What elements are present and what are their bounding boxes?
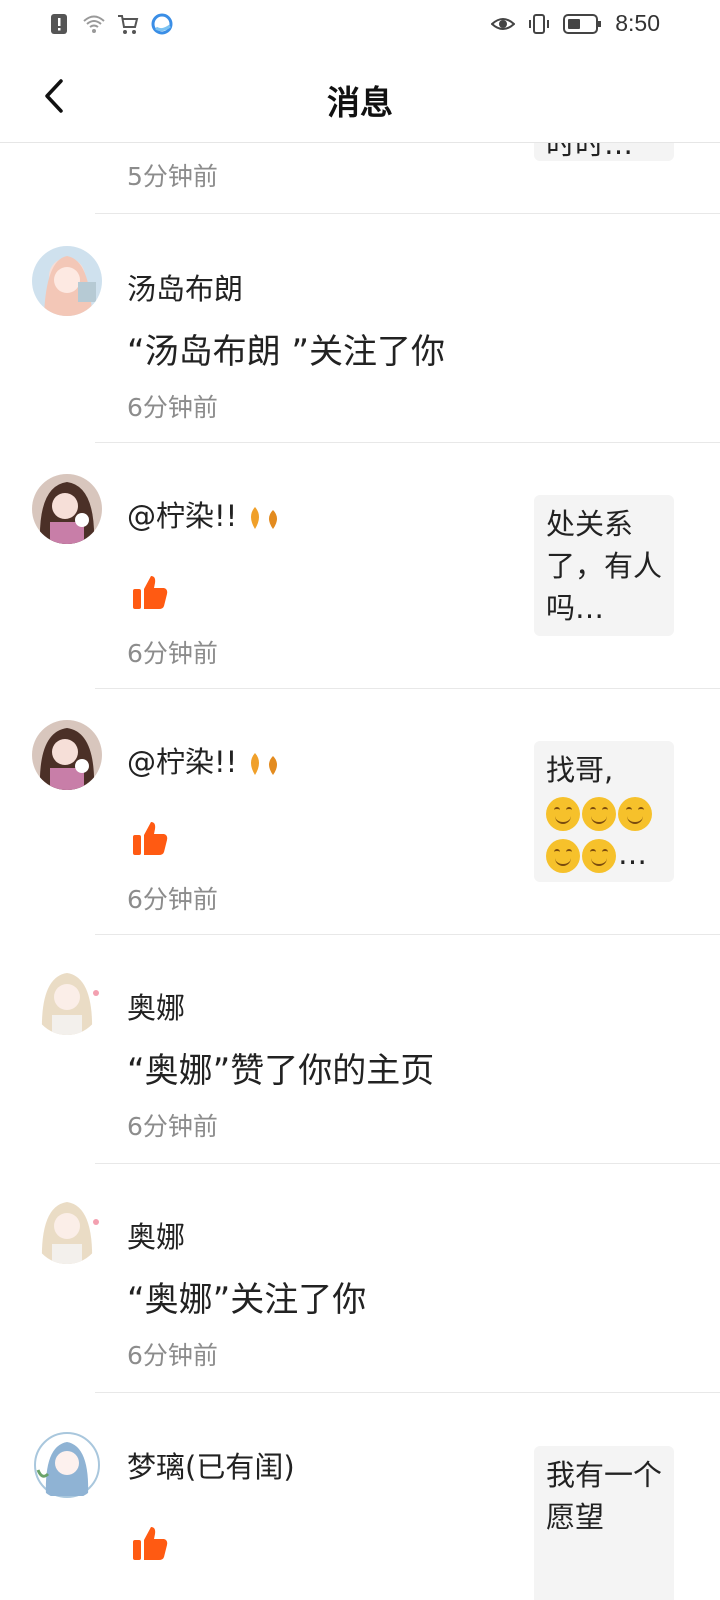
- post-preview[interactable]: 处关系了，有人吗…: [534, 495, 674, 636]
- eye-icon: [491, 17, 516, 30]
- username[interactable]: 梦璃(已有闺): [127, 1444, 295, 1486]
- smile-emoji-icon: [618, 797, 652, 831]
- thumbs-up-icon: [133, 576, 168, 609]
- leaf-icon: [251, 753, 260, 775]
- leaf-icon: [269, 756, 278, 775]
- cart-icon: [118, 15, 139, 34]
- smile-emoji-icon: [582, 797, 616, 831]
- page-title: 消息: [327, 83, 393, 122]
- alert-icon: [51, 14, 67, 34]
- wifi-icon: [83, 15, 105, 33]
- avatar[interactable]: [32, 965, 102, 1035]
- post-preview[interactable]: 找哥, …: [534, 741, 674, 882]
- avatar[interactable]: [32, 246, 102, 316]
- notification-time: 6分钟前: [127, 639, 218, 668]
- username[interactable]: 汤岛布朗: [127, 266, 243, 308]
- notification-time: 6分钟前: [127, 885, 218, 914]
- thumbs-up-icon: [133, 822, 168, 855]
- notification-text: “奥娜”赞了你的主页: [127, 1051, 435, 1091]
- notification-time: 6分钟前: [127, 1341, 218, 1370]
- battery-icon: [563, 13, 602, 34]
- notification-time: 5分钟前: [127, 162, 218, 191]
- post-preview[interactable]: 我有一个愿望: [534, 1446, 674, 1600]
- browser-icon: [151, 13, 173, 35]
- notification-item[interactable]: 奥娜 “奥娜”关注了你 6分钟前: [0, 1164, 720, 1393]
- smile-emoji-icon: [582, 839, 616, 873]
- notification-item[interactable]: 梦璃(已有闺) 我有一个愿望: [0, 1393, 720, 1600]
- notification-item[interactable]: 奥娜 “奥娜”赞了你的主页 6分钟前: [0, 935, 720, 1164]
- notification-text: “汤岛布朗 ”关注了你: [127, 332, 446, 372]
- thumbs-up-icon: [133, 1527, 168, 1560]
- username[interactable]: 奥娜: [127, 1214, 185, 1256]
- avatar[interactable]: [32, 1194, 102, 1264]
- notification-text: “奥娜”关注了你: [127, 1280, 367, 1320]
- leaf-icon: [269, 510, 278, 529]
- username[interactable]: 奥娜: [127, 985, 185, 1027]
- avatar[interactable]: [32, 1430, 102, 1500]
- status-bar: 8:50: [0, 0, 720, 50]
- smile-emoji-icon: [546, 797, 580, 831]
- notification-item[interactable]: @柠染!! 6分钟前 处关系了，有人吗…: [0, 443, 720, 689]
- smile-emoji-icon: [546, 839, 580, 873]
- username[interactable]: @柠染!!: [127, 493, 282, 535]
- avatar[interactable]: [32, 720, 102, 790]
- username[interactable]: @柠染!!: [127, 739, 282, 781]
- notification-item[interactable]: 汤岛布朗 “汤岛布朗 ”关注了你 6分钟前: [0, 214, 720, 443]
- vibrate-icon: [529, 13, 550, 34]
- header: 消息: [0, 50, 720, 143]
- avatar[interactable]: [32, 474, 102, 544]
- notification-item[interactable]: @柠染!! 6分钟前 找哥, …: [0, 689, 720, 935]
- notification-item[interactable]: 时时… 5分钟前: [0, 113, 720, 214]
- leaf-icon: [251, 507, 260, 529]
- notification-time: 6分钟前: [127, 1112, 218, 1141]
- status-time: 8:50: [615, 10, 660, 36]
- notification-time: 6分钟前: [127, 393, 218, 422]
